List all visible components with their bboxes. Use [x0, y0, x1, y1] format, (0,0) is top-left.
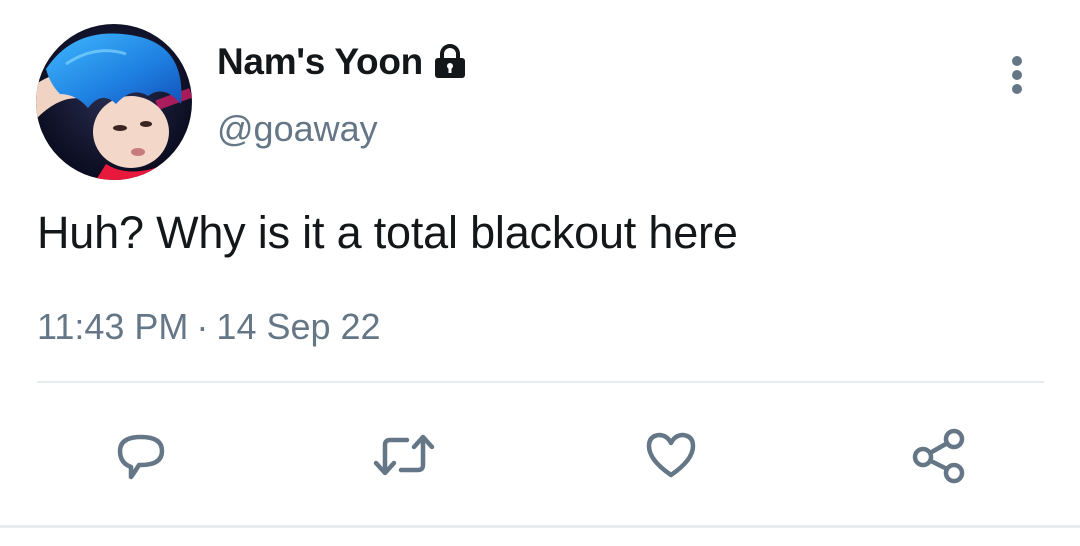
- reply-icon: [117, 434, 165, 480]
- author-name-row: Nam's Yoon: [217, 40, 469, 84]
- share-icon: [912, 428, 965, 484]
- divider: [0, 525, 1080, 528]
- retweet-button[interactable]: [369, 420, 439, 490]
- action-bar: [0, 420, 1080, 490]
- tweet-text: Huh? Why is it a total blackout here: [37, 207, 738, 258]
- like-button[interactable]: [636, 420, 706, 490]
- lock-icon: [431, 43, 469, 81]
- more-options-button[interactable]: [996, 52, 1038, 98]
- reply-button[interactable]: [106, 420, 176, 490]
- tweet-timestamp[interactable]: 11:43 PM · 14 Sep 22: [37, 306, 381, 348]
- like-icon: [646, 432, 696, 478]
- username-handle[interactable]: @goaway: [217, 108, 378, 150]
- meta-separator: ·: [196, 306, 209, 347]
- retweet-icon: [373, 434, 435, 476]
- tweet-detail: Nam's Yoon @goaway Huh? Why is it a tota…: [0, 0, 1080, 546]
- tweet-time: 11:43 PM: [37, 306, 189, 347]
- display-name[interactable]: Nam's Yoon: [217, 41, 423, 83]
- more-vertical-icon: [1012, 56, 1022, 94]
- divider: [37, 381, 1044, 383]
- profile-photo-icon: [36, 24, 192, 180]
- share-button[interactable]: [903, 420, 973, 490]
- tweet-date: 14 Sep 22: [216, 306, 381, 347]
- avatar[interactable]: [36, 24, 192, 180]
